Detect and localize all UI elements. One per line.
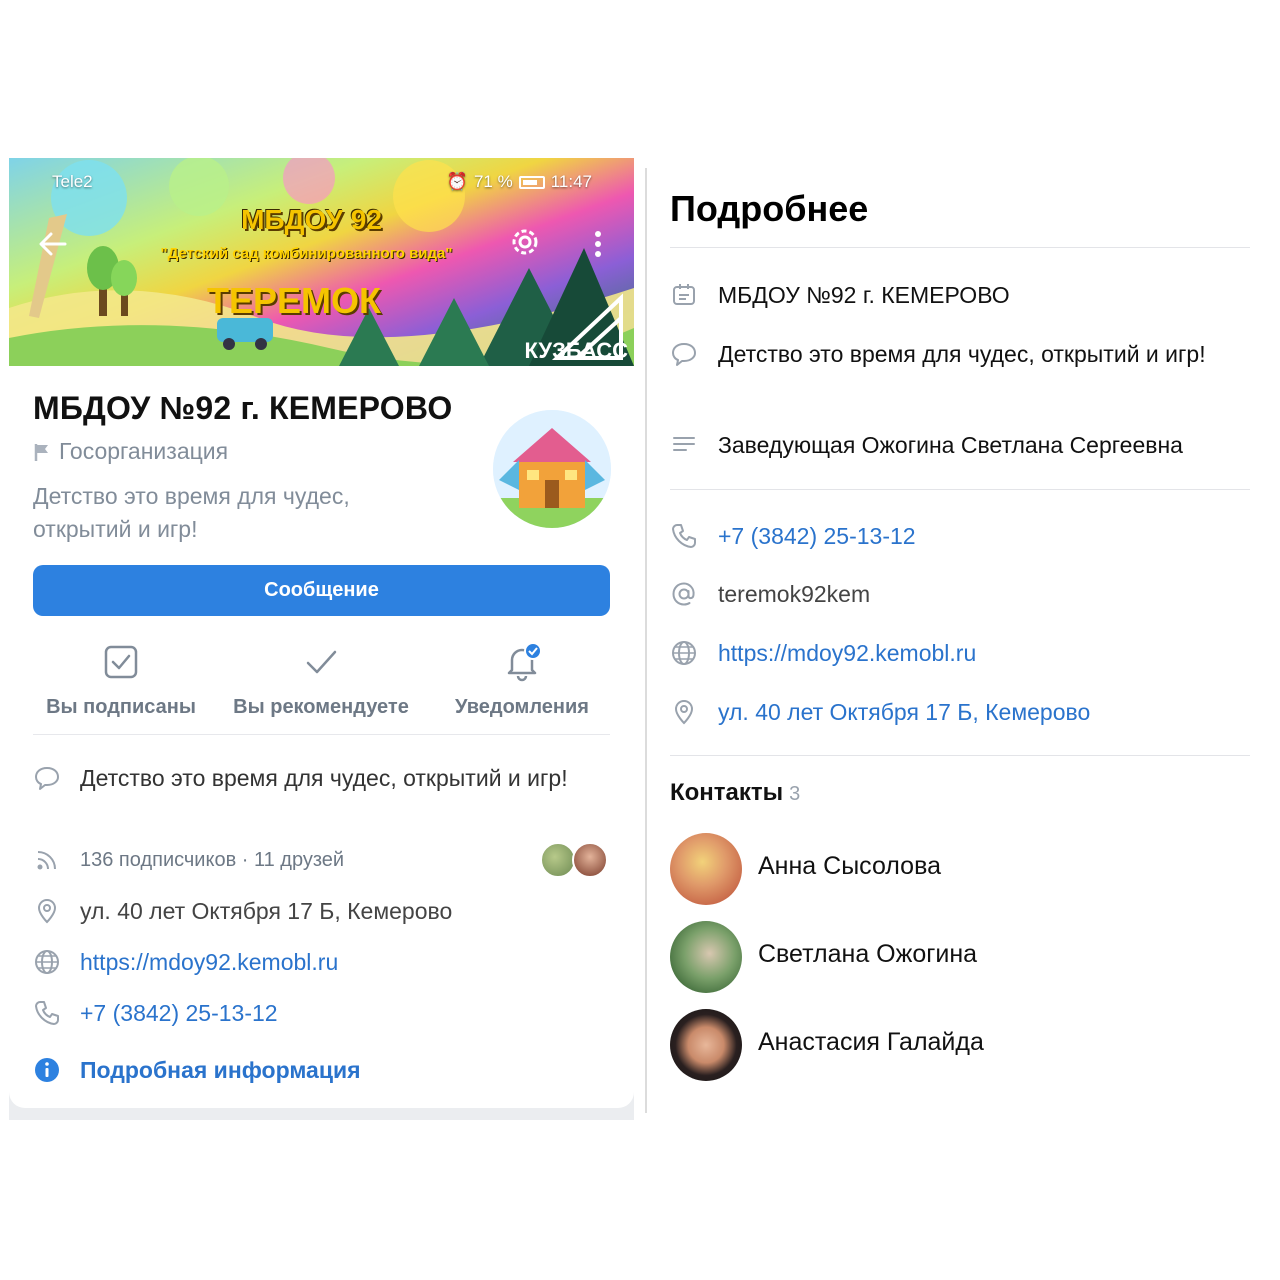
back-button[interactable] [35, 226, 71, 262]
contact-avatar [670, 833, 742, 905]
friend-avatar [540, 842, 576, 878]
info-status-text: Детство это время для чудес, открытий и … [80, 765, 568, 791]
contact-avatar [670, 1009, 742, 1081]
details-description: Заведующая Ожогина Светлана Сергеевна [718, 432, 1183, 458]
friend-avatar [572, 842, 608, 878]
divider [33, 734, 610, 735]
phone-link[interactable]: +7 (3842) 25-13-12 [80, 997, 278, 1030]
id-card-icon [673, 284, 695, 305]
avatar[interactable] [493, 410, 611, 528]
divider [670, 489, 1250, 490]
details-panel: Подробнее МБДОУ №92 г. КЕМЕРОВО Детство … [645, 168, 1280, 1113]
contact-name: Светлана Ожогина [758, 940, 978, 968]
details-address-link[interactable]: ул. 40 лет Октября 17 Б, Кемерово [718, 696, 1090, 729]
house-avatar-image [493, 410, 611, 528]
contacts-count: 3 [789, 783, 801, 805]
page-title: МБДОУ №92 г. КЕМЕРОВО [33, 390, 453, 426]
details-email[interactable]: teremok92kem [718, 578, 870, 611]
action-label: Уведомления [455, 696, 589, 718]
action-label: Вы подписаны [46, 696, 196, 718]
community-page-panel: Tele2 ⏰ 71 % 11:47 МБДОУ 92 "Детский сад… [9, 158, 634, 1120]
checkbox-icon [104, 645, 138, 679]
notifications-button[interactable]: Уведомления [422, 642, 622, 719]
globe-icon [35, 950, 59, 974]
cover-brand: КУЗБАСС [524, 338, 628, 363]
at-sign-icon [672, 582, 695, 606]
settings-button[interactable] [507, 224, 543, 260]
phone-icon [35, 1001, 59, 1025]
contact-item[interactable]: Анна Сысолова [670, 833, 1250, 905]
cover-subtitle: "Детский сад комбинированного вида" [160, 245, 453, 262]
site-link[interactable]: https://mdoy92.kemobl.ru [80, 946, 338, 979]
status-text: Детство это время для чудес, открытий и … [33, 483, 350, 542]
globe-icon [672, 641, 696, 665]
cover-name: ТЕРЕМОК [207, 280, 381, 321]
location-pin-icon [37, 898, 57, 924]
speech-bubble-icon [35, 767, 59, 790]
info-icon [35, 1058, 59, 1082]
alarm-icon: ⏰ [446, 172, 468, 191]
rss-icon [37, 851, 56, 870]
more-info-link[interactable]: Подробная информация [80, 1054, 361, 1087]
community-card: Tele2 ⏰ 71 % 11:47 МБДОУ 92 "Детский сад… [9, 158, 634, 1108]
contact-name: Анастасия Галайда [758, 1028, 984, 1056]
cover-image: Tele2 ⏰ 71 % 11:47 МБДОУ 92 "Детский сад… [9, 158, 634, 366]
arrow-left-icon [39, 232, 67, 256]
friends-avatars[interactable] [540, 842, 610, 878]
recommend-button[interactable]: Вы рекомендуете [221, 642, 421, 719]
contacts-title: Контакты [670, 779, 784, 806]
org-type: Госорганизация [33, 438, 228, 465]
contacts-heading: Контакты 3 [670, 779, 800, 807]
location-pin-icon [674, 699, 694, 725]
divider [670, 755, 1250, 756]
message-button[interactable]: Сообщение [33, 565, 610, 616]
contact-avatar [670, 921, 742, 993]
address-text: ул. 40 лет Октября 17 Б, Кемерово [80, 898, 453, 924]
text-lines-icon [673, 437, 695, 451]
action-label: Вы рекомендуете [233, 696, 409, 718]
details-title: Подробнее [670, 188, 869, 229]
battery-percent: 71 % [473, 172, 513, 191]
details-site-link[interactable]: https://mdoy92.kemobl.ru [718, 637, 976, 670]
speech-bubble-icon [672, 343, 696, 366]
status-indicators: ⏰ 71 % 11:47 [447, 172, 592, 192]
contact-name: Анна Сысолова [758, 852, 941, 880]
checkmark-icon [306, 650, 337, 674]
more-button[interactable] [589, 228, 607, 260]
subscribed-button[interactable]: Вы подписаны [21, 642, 221, 719]
cover-title: МБДОУ 92 [241, 204, 382, 235]
status-time: 11:47 [550, 172, 592, 191]
followers-count: 136 подписчиков · 11 друзей [80, 849, 345, 871]
details-name: МБДОУ №92 г. КЕМЕРОВО [718, 282, 1010, 308]
gear-icon [512, 229, 538, 255]
divider [670, 247, 1250, 248]
org-type-label: Госорганизация [59, 438, 229, 464]
details-status: Детство это время для чудес, открытий и … [718, 341, 1206, 367]
phone-icon [672, 524, 696, 548]
status-carrier: Tele2 [52, 172, 93, 191]
contact-item[interactable]: Светлана Ожогина [670, 921, 1250, 993]
bell-icon [507, 642, 542, 682]
more-vertical-icon [595, 231, 601, 257]
contact-item[interactable]: Анастасия Галайда [670, 1009, 1250, 1081]
flag-icon [34, 443, 48, 461]
battery-icon [518, 175, 545, 189]
details-phone-link[interactable]: +7 (3842) 25-13-12 [718, 520, 916, 553]
